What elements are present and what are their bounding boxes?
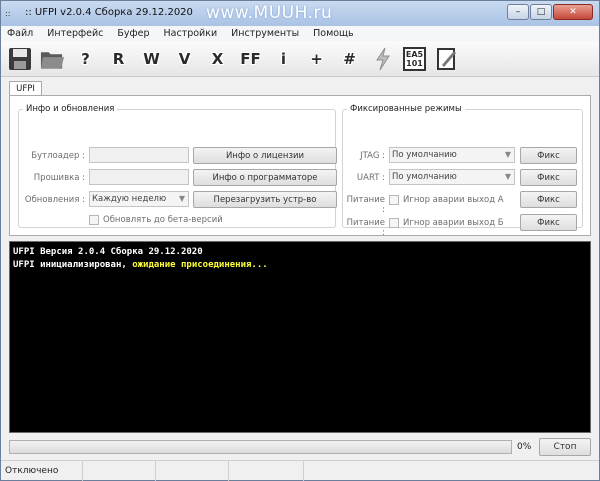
ufpi-panel: Инфо и обновления Бутлоадер : Инфо о лиц… (9, 95, 591, 238)
v-icon[interactable]: V (172, 46, 197, 72)
uart-select[interactable]: По умолчанию ▼ (389, 169, 515, 185)
uart-label: UART : (356, 173, 385, 183)
jtag-select[interactable]: По умолчанию ▼ (389, 147, 515, 163)
log-line: UFPI инициализирован, ожидание присоедин… (13, 259, 587, 272)
menu-help[interactable]: Помощь (313, 28, 353, 39)
watermark: www.MUUH.ru (206, 3, 333, 23)
jtag-select-value: По умолчанию (392, 150, 457, 160)
updates-select[interactable]: Каждую неделю ▼ (89, 191, 189, 207)
uart-fix-button[interactable]: Фикс (520, 169, 577, 186)
tab-ufpi[interactable]: UFPI (9, 81, 42, 96)
status-cell-empty (83, 461, 156, 481)
power-a-fix-button[interactable]: Фикс (520, 191, 577, 208)
question-icon[interactable]: ? (73, 46, 98, 72)
menu-bar: Файл Интерфейс Буфер Настройки Инструмен… (1, 26, 599, 41)
status-cell-empty (304, 461, 599, 481)
firmware-field (89, 169, 189, 185)
programmer-info-button[interactable]: Инфо о программаторе (193, 169, 337, 186)
title-bar[interactable]: :: :: UFPI v2.0.4 Сборка 29.12.2020 www.… (1, 1, 599, 26)
log-line: UFPI Версия 2.0.4 Сборка 29.12.2020 (13, 247, 203, 257)
updates-select-value: Каждую неделю (92, 194, 167, 204)
info-updates-title: Инфо и обновления (26, 104, 115, 114)
hash-icon[interactable]: # (337, 46, 362, 72)
jtag-fix-button[interactable]: Фикс (520, 147, 577, 164)
plus-icon[interactable]: + (304, 46, 329, 72)
power-b-label: Питание : (346, 218, 385, 238)
stop-button[interactable]: Стоп (539, 438, 591, 456)
fixed-modes-group: Фиксированные режимы JTAG : По умолчанию… (342, 104, 583, 238)
window-controls: – □ ✕ (507, 4, 593, 20)
menu-settings[interactable]: Настройки (163, 28, 217, 39)
firmware-label: Прошивка : (33, 173, 85, 183)
ea5-label: EA5 (405, 49, 424, 59)
progress-bar (9, 440, 512, 454)
app-menu-icon[interactable]: :: (5, 9, 10, 18)
power-a-label: Питание : (346, 195, 385, 215)
fixed-modes-title: Фиксированные режимы (350, 104, 462, 114)
connection-status: Отключено (1, 461, 83, 481)
info-updates-group: Инфо и обновления Бутлоадер : Инфо о лиц… (18, 104, 337, 228)
ignore-fault-b-label: Игнор аварии выход Б (403, 218, 504, 228)
chevron-down-icon: ▼ (504, 150, 511, 159)
log-line-highlight: ожидание присоединения... (132, 260, 268, 270)
close-button[interactable]: ✕ (553, 4, 593, 20)
ff-icon[interactable]: FF (238, 46, 263, 72)
ignore-fault-b-checkbox[interactable] (389, 218, 399, 228)
menu-file[interactable]: Файл (7, 28, 33, 39)
r-icon[interactable]: R (106, 46, 131, 72)
power-b-fix-button[interactable]: Фикс (520, 214, 577, 231)
beta-updates-label: Обновлять до бета-версий (103, 215, 223, 225)
jtag-label: JTAG : (360, 151, 385, 161)
updates-label: Обновления : (24, 195, 85, 205)
uart-select-value: По умолчанию (392, 172, 457, 182)
info-icon[interactable]: i (271, 46, 296, 72)
chevron-down-icon: ▼ (178, 194, 185, 203)
ea5-101-icon[interactable]: EA5 101 (403, 46, 426, 71)
save-icon[interactable] (7, 46, 32, 72)
window-title: :: UFPI v2.0.4 Сборка 29.12.2020 (25, 7, 193, 18)
menu-buffer[interactable]: Буфер (117, 28, 149, 39)
reboot-device-button[interactable]: Перезагрузить устр-во (193, 191, 337, 208)
bootloader-label: Бутлоадер : (31, 151, 85, 161)
bootloader-field (89, 147, 189, 163)
lightning-icon[interactable] (370, 46, 395, 72)
menu-tools[interactable]: Инструменты (231, 28, 299, 39)
status-cell-empty (156, 461, 229, 481)
x-icon[interactable]: X (205, 46, 230, 72)
ignore-fault-a-checkbox[interactable] (389, 195, 399, 205)
w-icon[interactable]: W (139, 46, 164, 72)
maximize-button[interactable]: □ (530, 4, 552, 20)
ignore-fault-a-label: Игнор аварии выход А (403, 195, 504, 205)
status-bar: Отключено (1, 460, 599, 481)
beta-updates-checkbox[interactable] (89, 215, 99, 225)
log-line-prefix: UFPI инициализирован, (13, 260, 133, 270)
license-info-button[interactable]: Инфо о лицензии (193, 147, 337, 164)
status-cell-empty (229, 461, 304, 481)
app-window: :: :: UFPI v2.0.4 Сборка 29.12.2020 www.… (0, 0, 600, 481)
ea101-label: 101 (406, 58, 423, 68)
notepad-icon[interactable] (434, 46, 459, 72)
toolbar: ? R W V X FF i + # EA5 101 (1, 41, 599, 77)
open-folder-icon[interactable] (40, 46, 65, 72)
menu-interface[interactable]: Интерфейс (47, 28, 103, 39)
minimize-button[interactable]: – (507, 4, 529, 20)
chevron-down-icon: ▼ (504, 172, 511, 181)
log-console[interactable]: UFPI Версия 2.0.4 Сборка 29.12.2020 UFPI… (9, 241, 591, 433)
progress-percent: 0% (517, 442, 532, 452)
